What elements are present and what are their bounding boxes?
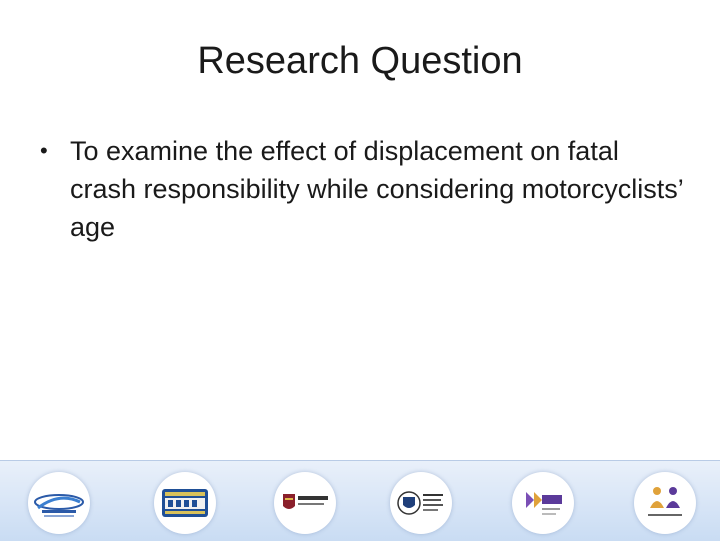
bullet-text: To examine the effect of displacement on… xyxy=(70,136,683,242)
university-crest-logo xyxy=(390,472,452,534)
people-figures-logo xyxy=(634,472,696,534)
astro21-logo xyxy=(28,472,90,534)
footer-logos xyxy=(0,468,720,540)
crsd-logo xyxy=(154,472,216,534)
bullet-icon: • xyxy=(40,138,48,163)
bullet-item: • To examine the effect of displacement … xyxy=(40,132,690,246)
slide-title: Research Question xyxy=(197,40,523,82)
cahr-logo xyxy=(512,472,574,534)
slide: Research Question • To examine the effec… xyxy=(0,0,720,541)
slide-content: • To examine the effect of displacement … xyxy=(40,132,690,246)
lakehead-logo xyxy=(274,472,336,534)
